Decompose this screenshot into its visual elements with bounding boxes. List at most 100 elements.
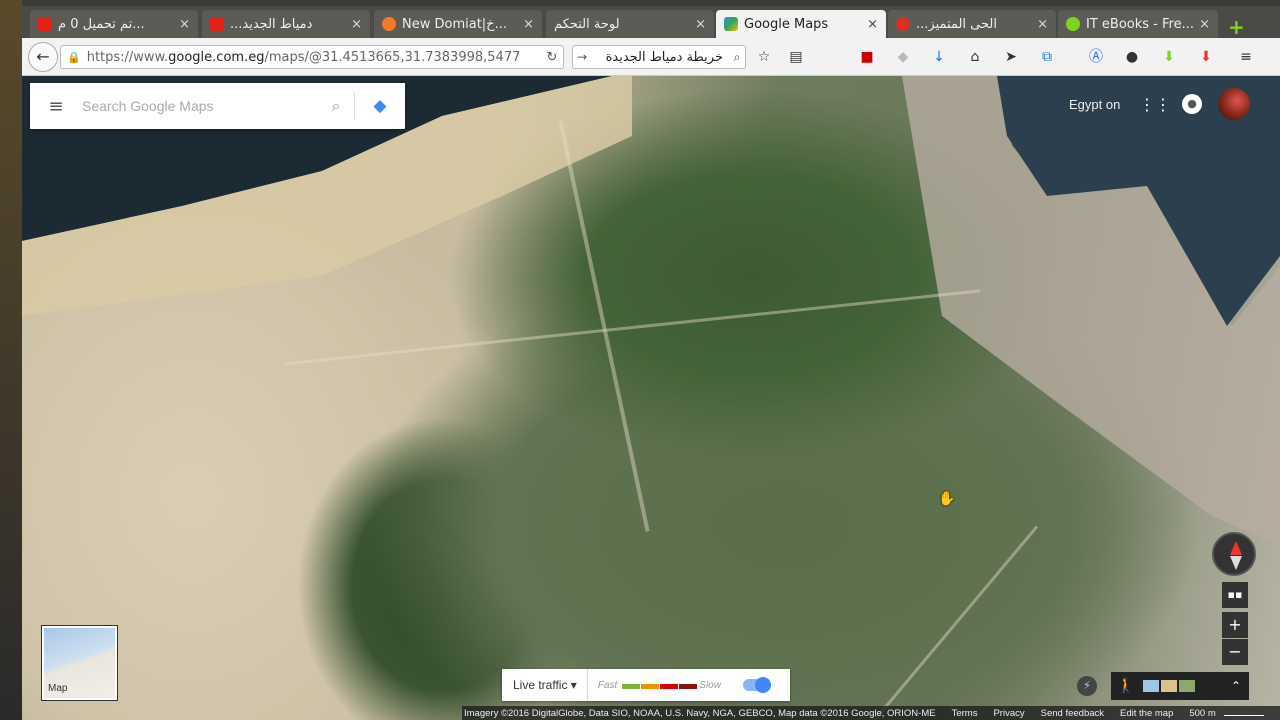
privacy-link[interactable]: Privacy: [993, 708, 1024, 719]
hamburger-menu-icon[interactable]: ≡: [30, 96, 82, 117]
search-go-icon[interactable]: →: [573, 50, 591, 64]
tab-close-icon[interactable]: ×: [1037, 17, 1048, 32]
scale-bar: [1223, 710, 1264, 716]
zoom-out-icon[interactable]: −: [1222, 639, 1248, 665]
bookmark-star-icon[interactable]: ☆: [755, 48, 773, 66]
tab-title: لوحة التحكم: [554, 16, 620, 32]
imagery-attribution: Imagery ©2016 DigitalGlobe, Data SIO, NO…: [464, 707, 936, 719]
notification-bell-icon[interactable]: ●: [1182, 94, 1202, 114]
edit-map-link[interactable]: Edit the map: [1120, 708, 1173, 719]
road: [283, 289, 981, 366]
tab-youtube-download[interactable]: تم تحميل 0 م... ×: [30, 10, 198, 38]
tab-title: New Domiat|خ...: [402, 16, 507, 32]
tab-new-domiat[interactable]: New Domiat|خ... ×: [374, 10, 542, 38]
url-text[interactable]: https://www.google.com.eg/maps/@31.45136…: [87, 50, 541, 65]
url-path: /maps/@31.4513665,31.7383998,5477: [264, 49, 521, 65]
extension-icon[interactable]: ■: [858, 48, 876, 66]
lock-icon: 🔒: [67, 50, 81, 64]
hand-cursor-icon: ✋: [938, 491, 956, 507]
site-favicon-icon: [382, 17, 396, 31]
browser-tab-strip: تم تحميل 0 م... × ...دمياط الجديد × New …: [22, 6, 1280, 38]
tab-damietta-new[interactable]: ...دمياط الجديد ×: [202, 10, 370, 38]
satellite-map[interactable]: ≡ ⌕ ◆ Egypt on ⋮⋮ ● ✋ Map Live traffic ▾…: [22, 76, 1280, 720]
tilt-button[interactable]: ▪▪: [1222, 582, 1248, 608]
imagery-thumbnail[interactable]: [1179, 680, 1195, 692]
chat-icon[interactable]: ●: [1123, 48, 1141, 66]
pocket-icon[interactable]: ◆: [894, 48, 912, 66]
download-icon[interactable]: ↓: [930, 48, 948, 66]
url-prefix: https://www.: [86, 49, 169, 65]
translate-icon[interactable]: Ⓐ: [1087, 48, 1105, 66]
new-tab-button[interactable]: +: [1228, 17, 1245, 37]
url-bar[interactable]: 🔒 https://www.google.com.eg/maps/@31.451…: [60, 45, 564, 69]
tab-close-icon[interactable]: ×: [695, 17, 706, 32]
youtube-favicon-icon: [38, 17, 52, 31]
back-arrow-icon[interactable]: ←: [28, 42, 58, 72]
tab-close-icon[interactable]: ×: [351, 17, 362, 32]
compass-north-needle: [1230, 541, 1242, 555]
tab-title: ...الحى المتميز: [916, 16, 997, 32]
road: [868, 525, 1039, 720]
youtube-favicon-icon: [210, 17, 224, 31]
imagery-thumbnail[interactable]: [1161, 680, 1177, 692]
site-favicon-icon: [1066, 17, 1080, 31]
desktop-launcher-edge: [0, 0, 22, 720]
tab-google-maps[interactable]: Google Maps ×: [716, 10, 886, 38]
imagery-thumbnail[interactable]: [1143, 680, 1159, 692]
download-helper-icon[interactable]: ⬇: [1160, 48, 1178, 66]
hamburger-menu-icon[interactable]: ≡: [1237, 48, 1255, 66]
tab-distinguished-district[interactable]: ...الحى المتميز ×: [888, 10, 1056, 38]
browser-search-bar[interactable]: ⌕ خريطة دمياط الجديدة →: [572, 45, 746, 69]
browser-navbar: ← 🔒 https://www.google.com.eg/maps/@31.4…: [22, 38, 1280, 76]
zoom-in-icon[interactable]: +: [1222, 612, 1248, 638]
browser-search-query[interactable]: خريطة دمياط الجديدة: [591, 50, 729, 65]
tab-it-ebooks[interactable]: IT eBooks - Fre... ×: [1058, 10, 1218, 38]
imagery-thumbnails[interactable]: [1141, 680, 1195, 692]
terms-link[interactable]: Terms: [952, 708, 978, 719]
live-traffic-dropdown[interactable]: Live traffic ▾: [502, 669, 588, 701]
live-traffic-label: Live traffic: [513, 678, 568, 692]
tab-title: IT eBooks - Fre...: [1086, 16, 1194, 32]
directions-icon[interactable]: ◆: [355, 96, 405, 116]
tab-title: Google Maps: [744, 16, 829, 32]
avatar[interactable]: [1218, 88, 1250, 120]
reload-icon[interactable]: ↻: [541, 50, 563, 65]
send-icon[interactable]: ➤: [1002, 48, 1020, 66]
search-icon: ⌕: [733, 49, 741, 64]
map-type-toggle[interactable]: Map: [42, 626, 117, 700]
region-label[interactable]: Egypt on: [1069, 97, 1120, 112]
tab-close-icon[interactable]: ×: [523, 17, 534, 32]
tab-close-icon[interactable]: ×: [1199, 17, 1210, 32]
scale-label[interactable]: 500 m: [1189, 708, 1215, 719]
downloader-red-icon[interactable]: ⬇: [1197, 48, 1215, 66]
apps-grid-icon[interactable]: ⋮⋮: [1139, 95, 1171, 114]
pegman-icon[interactable]: 🚶: [1111, 678, 1141, 694]
map-footer: Imagery ©2016 DigitalGlobe, Data SIO, NO…: [462, 706, 1280, 720]
traffic-fast-label: Fast: [597, 679, 618, 691]
tab-title: تم تحميل 0 م...: [58, 16, 145, 32]
traffic-slow-label: Slow: [699, 679, 721, 691]
google-maps-favicon-icon: [724, 17, 738, 31]
live-traffic-widget: Live traffic ▾ Fast Slow: [502, 669, 790, 701]
minimap-label: Map: [48, 683, 68, 694]
street-view-bar: 🚶 ⌃: [1111, 672, 1249, 700]
traffic-toggle[interactable]: [742, 677, 771, 693]
traffic-very-slow-bar: [679, 684, 698, 689]
url-domain: google.com.eg: [168, 49, 265, 65]
tab-control-panel[interactable]: لوحة التحكم ×: [546, 10, 714, 38]
traffic-medium-bar: [641, 684, 660, 689]
screenshot-icon[interactable]: ⧉: [1038, 48, 1056, 66]
chevron-up-icon[interactable]: ⌃: [1231, 679, 1241, 693]
search-icon[interactable]: ⌕: [318, 96, 354, 116]
lightning-icon[interactable]: ⚡: [1077, 676, 1097, 696]
compass-icon[interactable]: [1212, 532, 1256, 576]
maps-search-input[interactable]: [82, 98, 318, 114]
tab-close-icon[interactable]: ×: [179, 17, 190, 32]
tab-close-icon[interactable]: ×: [867, 17, 878, 32]
send-feedback-link[interactable]: Send feedback: [1041, 708, 1104, 719]
site-favicon-icon: [896, 17, 910, 31]
reading-list-icon[interactable]: ▤: [787, 48, 805, 66]
home-icon[interactable]: ⌂: [966, 48, 984, 66]
tab-title: ...دمياط الجديد: [230, 16, 313, 32]
traffic-slow-bar: [660, 684, 679, 689]
